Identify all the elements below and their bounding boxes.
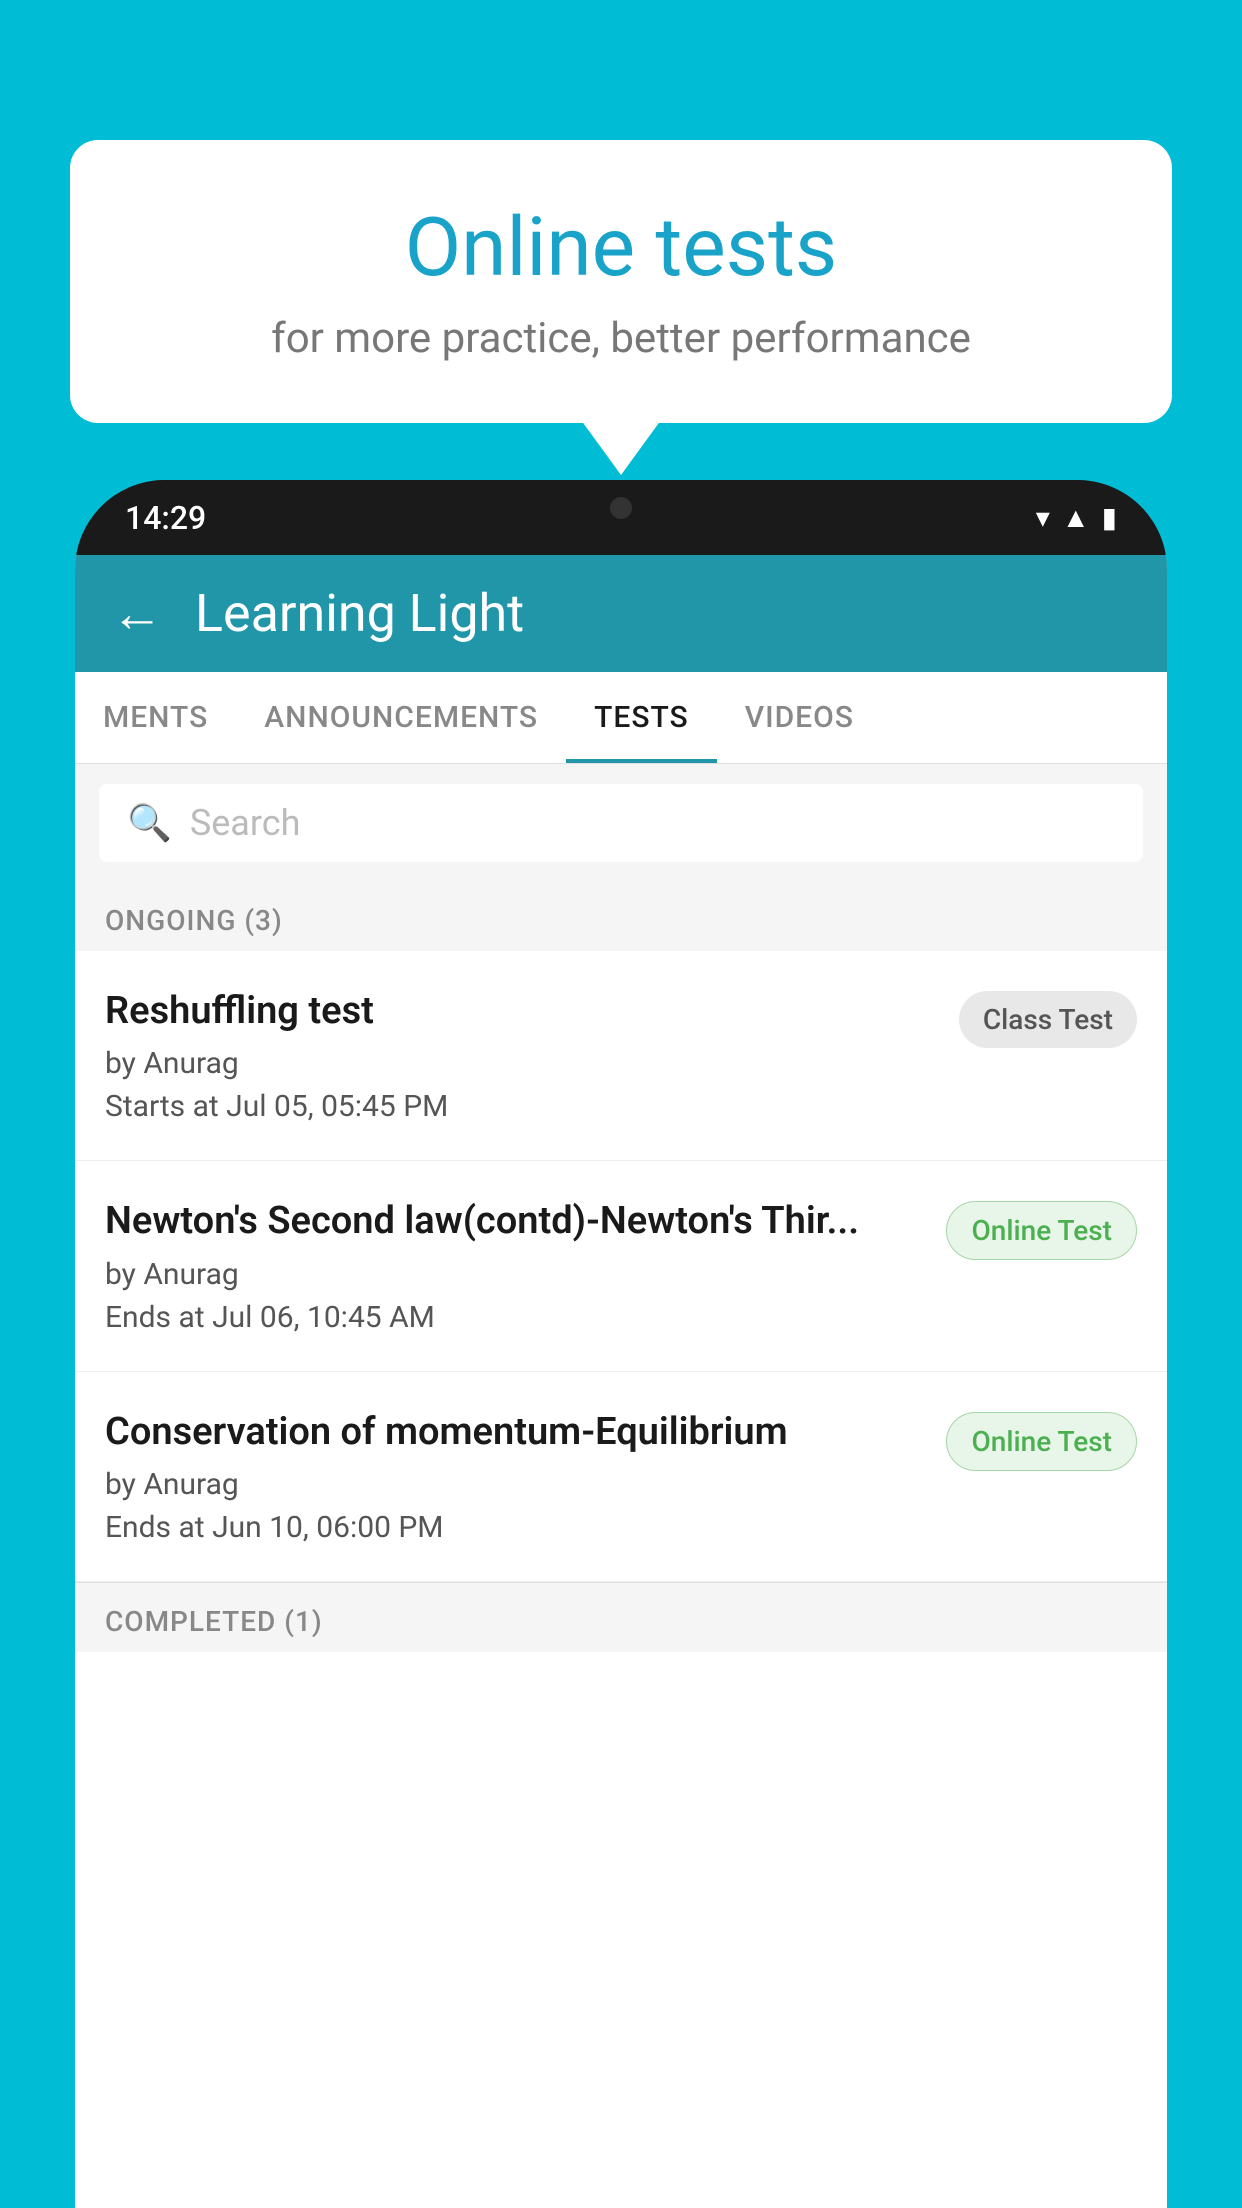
test-time: Ends at Jun 10, 06:00 PM [105,1510,926,1545]
test-by: by Anurag [105,1046,939,1081]
test-time-value: Jun 10, 06:00 PM [212,1510,443,1545]
test-name: Newton's Second law(contd)-Newton's Thir… [105,1197,926,1246]
tests-list: Reshuffling test by Anurag Starts at Jul… [75,951,1167,2208]
search-container: 🔍 Search [75,764,1167,882]
tab-tests[interactable]: TESTS [566,672,717,763]
tabs-container: MENTS ANNOUNCEMENTS TESTS VIDEOS [75,672,1167,764]
phone-notch [531,480,711,535]
tab-videos[interactable]: VIDEOS [717,672,882,763]
battery-icon: ▮ [1102,501,1117,534]
test-time-label: Starts at [105,1089,219,1124]
back-button[interactable]: ← [111,583,163,644]
test-badge: Online Test [946,1412,1137,1471]
test-name: Conservation of momentum-Equilibrium [105,1408,926,1457]
test-time-label: Ends at [105,1300,205,1335]
status-icons: ▾ ▲ ▮ [1036,501,1117,534]
wifi-icon: ▾ [1036,501,1050,534]
phone-screen: ← Learning Light MENTS ANNOUNCEMENTS TES… [75,555,1167,2208]
search-box[interactable]: 🔍 Search [99,784,1143,862]
test-time-value: Jul 05, 05:45 PM [226,1089,448,1124]
speech-bubble-container: Online tests for more practice, better p… [70,140,1172,423]
status-time: 14:29 [125,499,206,537]
test-by: by Anurag [105,1257,926,1292]
tab-ments[interactable]: MENTS [75,672,236,763]
test-time: Ends at Jul 06, 10:45 AM [105,1300,926,1335]
test-info: Newton's Second law(contd)-Newton's Thir… [105,1197,926,1334]
test-time-label: Ends at [105,1510,205,1545]
ongoing-section-header: ONGOING (3) [75,882,1167,951]
speech-bubble-title: Online tests [140,200,1102,296]
list-item[interactable]: Reshuffling test by Anurag Starts at Jul… [75,951,1167,1161]
search-icon: 🔍 [127,802,172,844]
app-header: ← Learning Light [75,555,1167,672]
test-info: Conservation of momentum-Equilibrium by … [105,1408,926,1545]
test-badge: Class Test [959,991,1137,1048]
phone-frame: 14:29 ▾ ▲ ▮ ← Learning Light MENTS ANNOU… [75,480,1167,2208]
list-item[interactable]: Newton's Second law(contd)-Newton's Thir… [75,1161,1167,1371]
app-title: Learning Light [195,583,524,644]
camera [610,497,632,519]
status-bar: 14:29 ▾ ▲ ▮ [75,480,1167,555]
test-time: Starts at Jul 05, 05:45 PM [105,1089,939,1124]
test-name: Reshuffling test [105,987,939,1036]
speech-bubble: Online tests for more practice, better p… [70,140,1172,423]
test-time-value: Jul 06, 10:45 AM [212,1300,435,1335]
test-by: by Anurag [105,1467,926,1502]
tab-announcements[interactable]: ANNOUNCEMENTS [236,672,566,763]
speech-bubble-subtitle: for more practice, better performance [140,314,1102,363]
search-placeholder: Search [190,802,301,844]
completed-section-header: COMPLETED (1) [75,1582,1167,1652]
test-info: Reshuffling test by Anurag Starts at Jul… [105,987,939,1124]
signal-icon: ▲ [1062,501,1090,534]
list-item[interactable]: Conservation of momentum-Equilibrium by … [75,1372,1167,1582]
test-badge: Online Test [946,1201,1137,1260]
